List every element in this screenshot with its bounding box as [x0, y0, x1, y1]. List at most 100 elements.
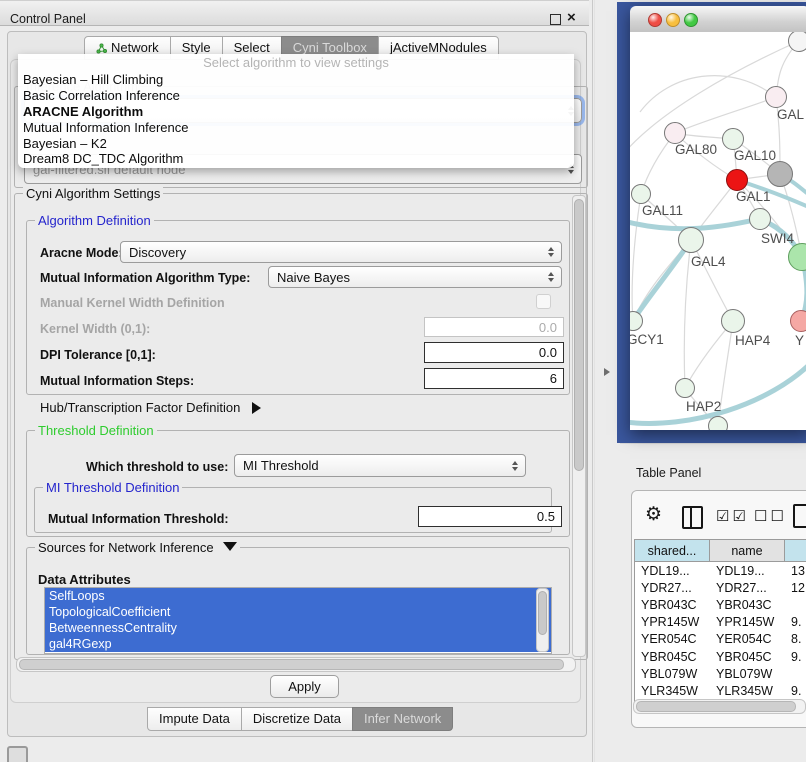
- table-cell: YLR345W: [635, 684, 710, 698]
- table-row[interactable]: YER054CYER054C8.: [635, 631, 806, 648]
- network-node-label: GAL: [777, 107, 804, 122]
- table-column-header[interactable]: name: [710, 540, 785, 561]
- attribute-item[interactable]: TopologicalCoefficient: [45, 604, 551, 620]
- table-row[interactable]: YDL19...YDL19...13: [635, 562, 806, 579]
- table-hscrollbar-thumb[interactable]: [636, 701, 796, 712]
- collapsed-panel-icon[interactable]: [7, 746, 28, 762]
- network-node-label: GAL11: [642, 203, 683, 218]
- table-row[interactable]: YBR043CYBR043C: [635, 596, 806, 613]
- hub-definition-toggle[interactable]: Hub/Transcription Factor Definition: [40, 400, 261, 415]
- network-node-gal[interactable]: [765, 86, 787, 108]
- network-node-hap4[interactable]: [721, 309, 745, 333]
- zoom-window-icon[interactable]: [684, 13, 698, 27]
- float-panel-icon[interactable]: [550, 14, 561, 25]
- node-table: shared...nameA YDL19...YDL19...13YDR27..…: [634, 539, 806, 707]
- network-node-gal1[interactable]: [726, 169, 748, 191]
- network-window[interactable]: GALGAL80GAL10GAL1GAL11SWI4GAL4GCY1HAP4YH…: [630, 6, 806, 430]
- algorithm-option[interactable]: Dream8 DC_TDC Algorithm: [18, 151, 574, 167]
- network-edge[interactable]: [691, 240, 733, 321]
- settings-scrollbar-thumb[interactable]: [574, 199, 584, 471]
- settings-scrollbar[interactable]: [572, 195, 586, 657]
- kernel-width-value: 0.0: [539, 320, 557, 335]
- attribute-item[interactable]: gal4RGexp: [45, 636, 551, 652]
- mi-threshold-value: 0.5: [537, 509, 555, 524]
- algorithm-option[interactable]: Bayesian – K2: [18, 136, 574, 152]
- mi-type-value: Naive Bayes: [277, 270, 350, 285]
- network-node-gal10[interactable]: [722, 128, 744, 150]
- screen: Control Panel × NetworkStyleSelectCyni T…: [0, 0, 806, 762]
- network-edge[interactable]: [640, 76, 776, 112]
- attributes-scrollbar-thumb[interactable]: [538, 591, 547, 635]
- network-node-y[interactable]: [790, 310, 806, 332]
- network-edge[interactable]: [675, 97, 776, 133]
- expanded-arrow-icon[interactable]: [223, 542, 237, 551]
- network-node-swi4[interactable]: [749, 208, 771, 230]
- hub-definition-label: Hub/Transcription Factor Definition: [40, 400, 240, 415]
- aracne-mode-combobox[interactable]: Discovery: [120, 241, 562, 263]
- mi-threshold-group-title: MI Threshold Definition: [43, 480, 182, 495]
- data-attributes-list[interactable]: SelfLoopsTopologicalCoefficientBetweenne…: [44, 587, 552, 654]
- network-edge[interactable]: [630, 362, 806, 423]
- attributes-scrollbar[interactable]: [536, 588, 549, 652]
- network-canvas[interactable]: GALGAL80GAL10GAL1GAL11SWI4GAL4GCY1HAP4YH…: [630, 32, 806, 430]
- collapsed-arrow-icon[interactable]: [252, 402, 261, 414]
- dropdown-hint: Select algorithm to view settings: [18, 54, 574, 72]
- algorithm-option[interactable]: Basic Correlation Inference: [18, 88, 574, 104]
- mi-type-combobox[interactable]: Naive Bayes: [268, 266, 562, 288]
- network-node-gal11[interactable]: [631, 184, 651, 204]
- table-panel-title: Table Panel: [636, 466, 701, 480]
- table-row[interactable]: YLR345WYLR345W9.: [635, 682, 806, 699]
- export-table-icon[interactable]: [793, 504, 806, 528]
- splitter-handle[interactable]: [604, 368, 610, 376]
- mi-threshold-field[interactable]: 0.5: [418, 506, 562, 527]
- splitter-line[interactable]: [592, 0, 593, 762]
- attribute-item[interactable]: BetweennessCentrality: [45, 620, 551, 636]
- close-window-icon[interactable]: [648, 13, 662, 27]
- manual-kernel-checkbox: [536, 294, 551, 309]
- sources-title-text: Sources for Network Inference: [38, 540, 214, 555]
- tab-infer-network[interactable]: Infer Network: [352, 707, 453, 731]
- settings-hscrollbar[interactable]: [16, 657, 576, 672]
- table-cell: YBR043C: [710, 598, 785, 612]
- table-hscrollbar[interactable]: [633, 699, 806, 714]
- table-row[interactable]: YPR145WYPR145W9.: [635, 614, 806, 631]
- settings-hscrollbar-thumb[interactable]: [19, 659, 564, 670]
- network-tab-icon: [96, 43, 107, 54]
- network-window-titlebar[interactable]: [630, 6, 806, 33]
- tab-impute-data[interactable]: Impute Data: [147, 707, 242, 731]
- algorithm-option[interactable]: ARACNE Algorithm: [18, 104, 574, 120]
- table-row[interactable]: YDR27...YDR27...12: [635, 579, 806, 596]
- network-node-label: SWI4: [761, 231, 794, 246]
- split-columns-icon[interactable]: [682, 506, 703, 529]
- dpi-tolerance-field[interactable]: 0.0: [424, 342, 564, 363]
- select-all-columns-icon[interactable]: ☑☑: [716, 507, 749, 525]
- network-node[interactable]: [767, 161, 793, 187]
- network-node-gal4[interactable]: [678, 227, 704, 253]
- mi-steps-label: Mutual Information Steps:: [40, 374, 194, 388]
- network-node-hap2[interactable]: [675, 378, 695, 398]
- table-column-header[interactable]: A: [785, 540, 806, 561]
- deselect-all-columns-icon[interactable]: ☐☐: [754, 507, 787, 525]
- network-node-label: GCY1: [630, 332, 664, 347]
- gear-icon[interactable]: ⚙: [645, 503, 662, 526]
- apply-button[interactable]: Apply: [270, 675, 339, 698]
- algorithm-option[interactable]: Bayesian – Hill Climbing: [18, 72, 574, 88]
- minimize-window-icon[interactable]: [666, 13, 680, 27]
- network-edge[interactable]: [684, 240, 691, 388]
- network-edge[interactable]: [632, 194, 641, 321]
- which-threshold-label: Which threshold to use:: [86, 460, 228, 474]
- algorithm-option[interactable]: Mutual Information Inference: [18, 120, 574, 136]
- close-panel-icon[interactable]: ×: [567, 9, 576, 26]
- which-threshold-combobox[interactable]: MI Threshold: [234, 454, 526, 477]
- mi-type-label: Mutual Information Algorithm Type:: [40, 271, 250, 285]
- table-row[interactable]: YBL079WYBL079W: [635, 665, 806, 682]
- table-column-header[interactable]: shared...: [635, 540, 710, 561]
- attribute-item[interactable]: SelfLoops: [45, 588, 551, 604]
- tab-discretize-data[interactable]: Discretize Data: [241, 707, 353, 731]
- table-cell: YBR045C: [635, 650, 710, 664]
- mi-steps-field[interactable]: 6: [424, 368, 564, 389]
- network-node[interactable]: [708, 416, 728, 430]
- table-row[interactable]: YBR045CYBR045C9.: [635, 648, 806, 665]
- network-node-gal80[interactable]: [664, 122, 686, 144]
- network-node[interactable]: [788, 32, 806, 52]
